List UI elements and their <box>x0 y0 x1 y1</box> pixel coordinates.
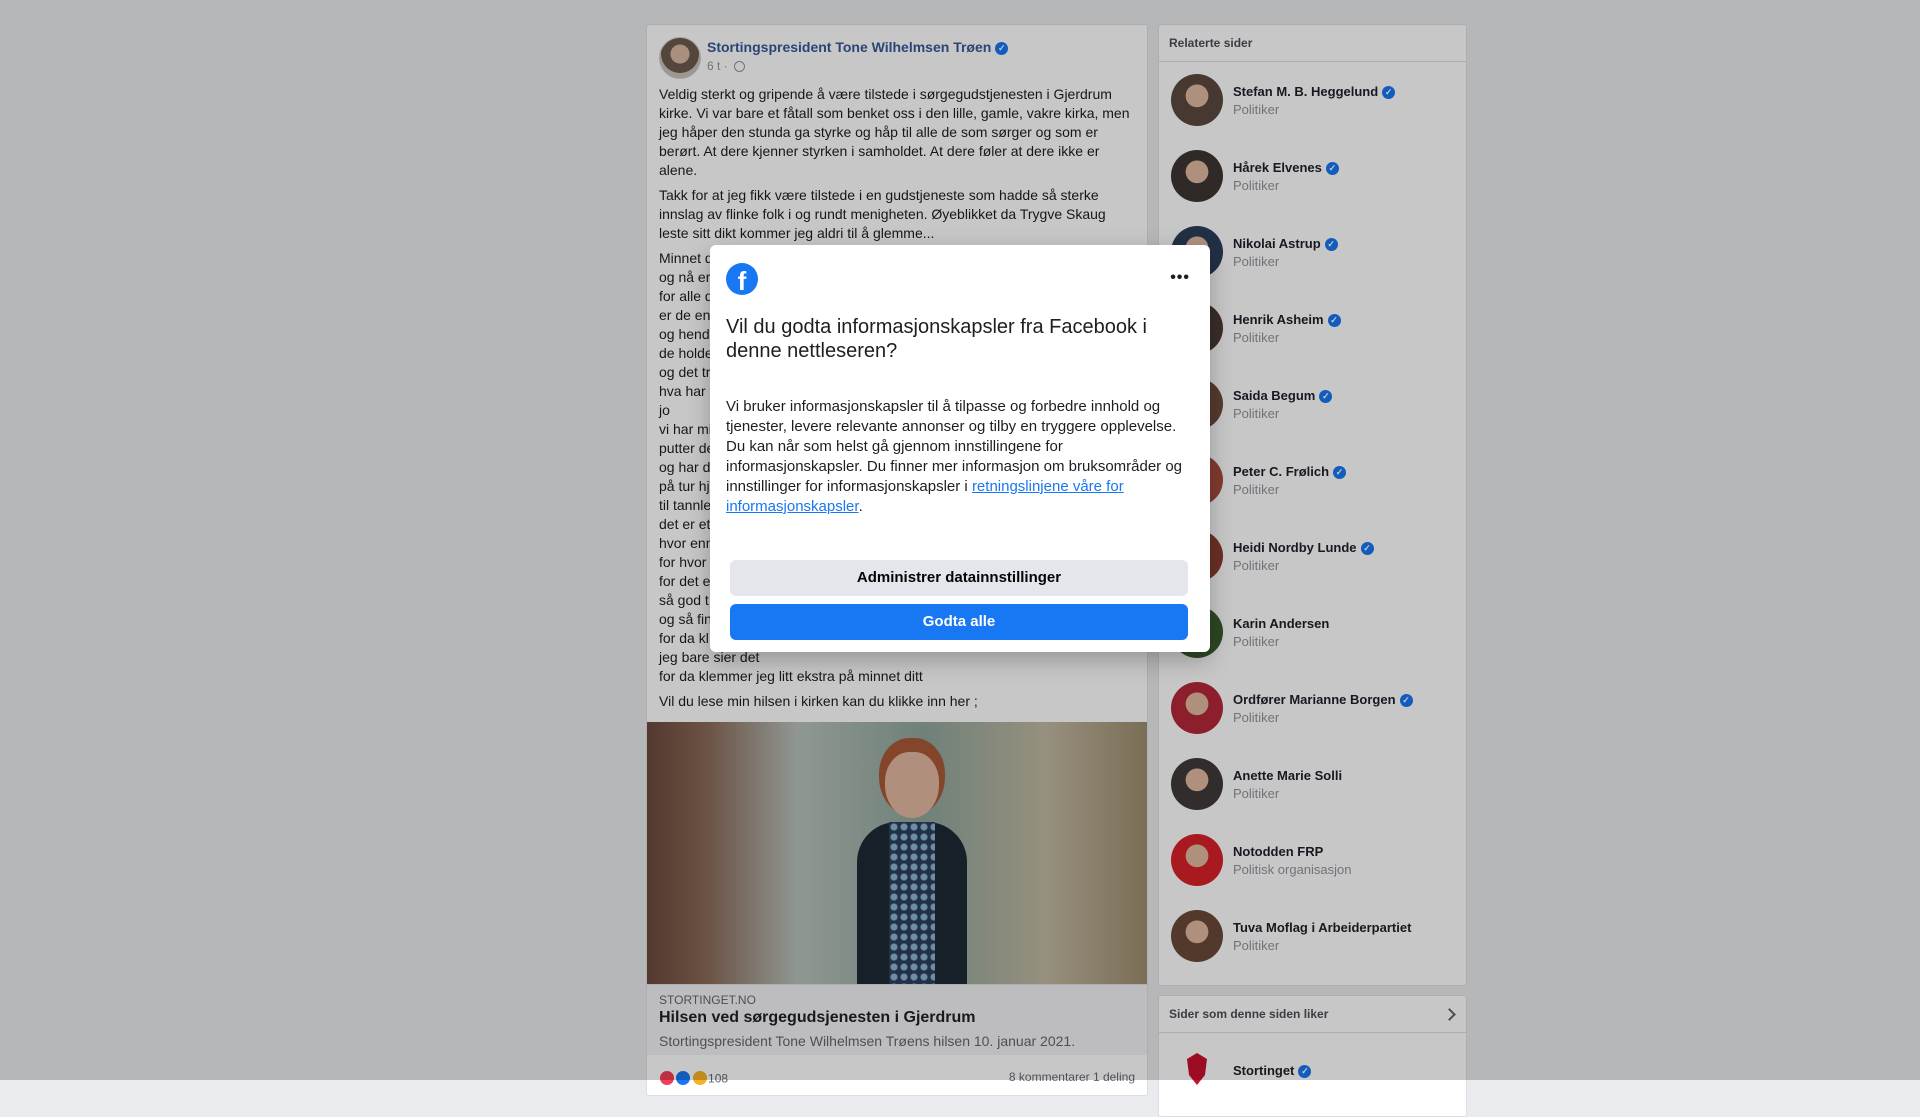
dialog-text-end: . <box>858 498 863 515</box>
cookie-consent-dialog: f ••• Vil du godta informasjonskapsler f… <box>710 245 1210 652</box>
page: Stortingspresident Tone Wilhelmsen Trøen… <box>0 0 1920 1117</box>
dialog-title: Vil du godta informasjonskapsler fra Fac… <box>726 316 1147 362</box>
dialog-text: Vi bruker informasjonskapsler til å tilp… <box>726 397 1194 517</box>
more-options-icon[interactable]: ••• <box>1170 270 1190 286</box>
facebook-logo-icon: f <box>726 263 758 295</box>
manage-data-settings-button[interactable]: Administrer datainnstillinger <box>730 560 1188 596</box>
accept-all-button[interactable]: Godta alle <box>730 604 1188 640</box>
